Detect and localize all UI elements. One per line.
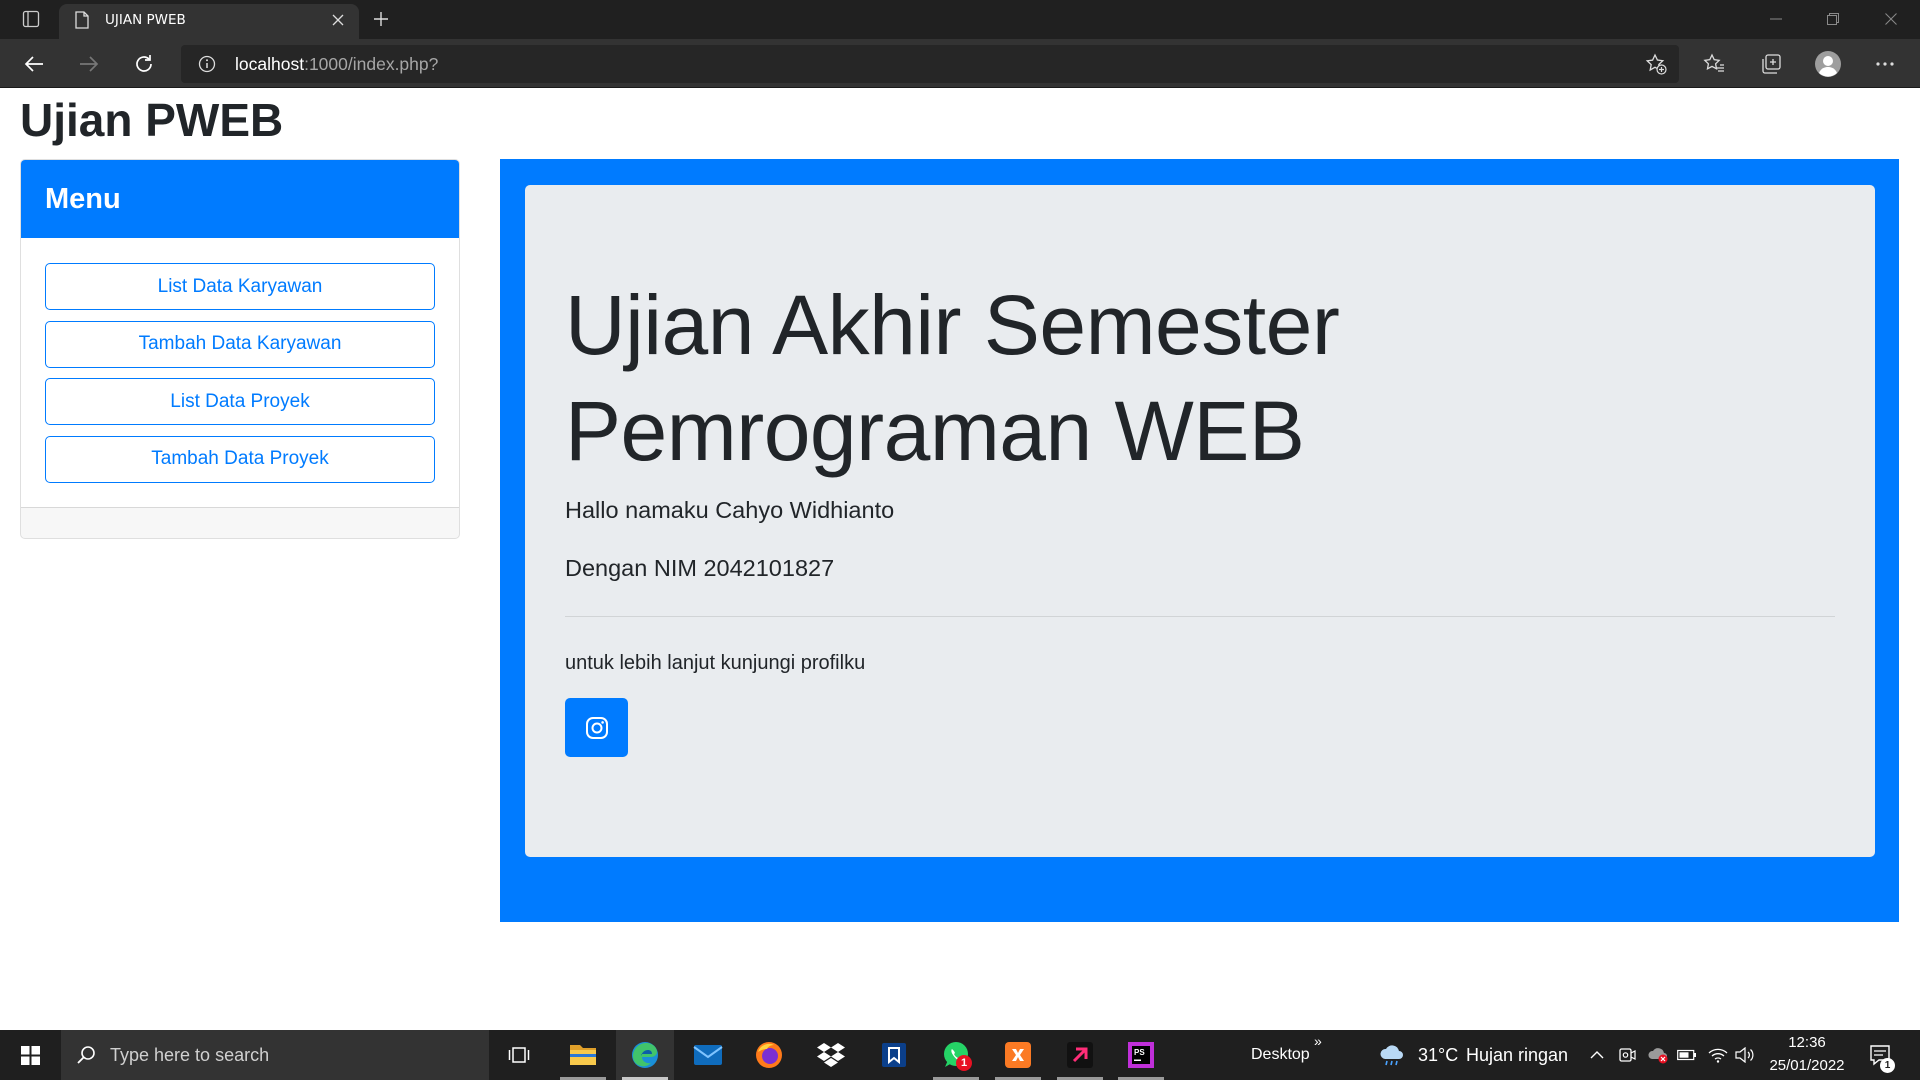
url-path: :1000/index.php? <box>304 54 439 74</box>
taskbar-app-mail[interactable] <box>679 1030 737 1080</box>
notification-badge: 1 <box>1880 1058 1895 1073</box>
list-data-karyawan-button[interactable]: List Data Karyawan <box>45 263 435 310</box>
list-data-proyek-button[interactable]: List Data Proyek <box>45 378 435 425</box>
tab-actions-icon[interactable] <box>19 7 43 31</box>
onedrive-error-icon[interactable] <box>1645 1042 1671 1068</box>
search-placeholder: Type here to search <box>110 1045 270 1065</box>
wifi-icon[interactable] <box>1705 1042 1731 1068</box>
heading-line-1: Ujian Akhir Semester <box>565 278 1340 372</box>
jumbotron-heading: Ujian Akhir Semester Pemrograman WEB <box>565 272 1835 484</box>
edge-icon <box>630 1040 660 1070</box>
taskbar-app-whatsapp[interactable] <box>927 1030 985 1080</box>
taskbar-app-dropbox[interactable] <box>802 1030 860 1080</box>
close-icon[interactable] <box>1876 4 1906 34</box>
divider <box>565 616 1835 617</box>
clock-date[interactable]: 25/01/2022 <box>1767 1056 1847 1076</box>
mail-icon <box>693 1043 723 1067</box>
search-icon <box>75 1044 97 1066</box>
phpstorm-icon: PS <box>1127 1041 1155 1069</box>
browser-tab[interactable] <box>59 4 359 39</box>
whatsapp-badge: 1 <box>956 1055 972 1071</box>
site-title: Ujian PWEB <box>20 94 284 146</box>
tambah-data-proyek-button[interactable]: Tambah Data Proyek <box>45 435 435 483</box>
more-icon[interactable] <box>1871 50 1899 78</box>
tab-close-icon[interactable] <box>328 10 348 30</box>
meet-now-icon[interactable] <box>1614 1042 1640 1068</box>
tab-title: UJIAN PWEB <box>105 12 186 28</box>
rain-cloud-icon[interactable] <box>1377 1040 1407 1070</box>
magenta-app-icon <box>1066 1041 1094 1069</box>
task-view-icon[interactable] <box>499 1030 539 1080</box>
new-tab-icon[interactable] <box>369 7 393 31</box>
desktop-toolbar-chevron[interactable]: » <box>1314 1031 1322 1051</box>
bookmark-app-icon <box>880 1041 908 1069</box>
clock-time[interactable]: 12:36 <box>1767 1033 1847 1053</box>
firefox-icon <box>754 1040 784 1070</box>
weather-temp[interactable]: 31°C <box>1418 1030 1458 1080</box>
back-arrow-icon[interactable] <box>18 48 50 80</box>
file-explorer-icon <box>568 1042 598 1068</box>
dropbox-icon <box>816 1041 846 1069</box>
volume-icon[interactable] <box>1732 1042 1758 1068</box>
restore-icon[interactable] <box>1818 4 1848 34</box>
battery-icon[interactable] <box>1674 1042 1700 1068</box>
instagram-icon <box>585 716 609 740</box>
add-favorite-icon[interactable] <box>1642 50 1670 78</box>
favorites-icon[interactable] <box>1700 50 1728 78</box>
taskbar-app-xampp[interactable] <box>989 1030 1047 1080</box>
desktop-toolbar-label[interactable]: Desktop <box>1251 1030 1310 1080</box>
sidebar-header: Menu <box>21 160 459 238</box>
tambah-data-karyawan-button[interactable]: Tambah Data Karyawan <box>45 320 435 368</box>
sidebar-footer <box>21 507 459 538</box>
minimize-icon[interactable] <box>1761 4 1791 34</box>
greeting-text: Hallo namaku Cahyo Widhianto <box>565 497 895 523</box>
sidebar-menu-card: Menu List Data Karyawan Tambah Data Kary… <box>20 159 460 539</box>
weather-condition[interactable]: Hujan ringan <box>1466 1030 1568 1080</box>
url-text[interactable]: localhost:1000/index.php? <box>235 45 438 83</box>
taskbar-app-file-explorer[interactable] <box>554 1030 612 1080</box>
profile-icon[interactable] <box>1813 49 1843 79</box>
chevron-up-icon[interactable] <box>1584 1042 1610 1068</box>
taskbar-app-phpstorm[interactable]: PS <box>1112 1030 1170 1080</box>
nim-text: Dengan NIM 2042101827 <box>565 555 835 581</box>
sidebar-body: List Data Karyawan Tambah Data Karyawan … <box>21 238 459 483</box>
instagram-button[interactable] <box>565 698 628 757</box>
taskbar-app-magenta[interactable] <box>1051 1030 1109 1080</box>
taskbar-app-firefox[interactable] <box>740 1030 798 1080</box>
profile-cta-text: untuk lebih lanjut kunjungi profilku <box>565 652 866 674</box>
phpstorm-logo-text: PS <box>1134 1048 1145 1057</box>
heading-line-2: Pemrograman WEB <box>565 384 1305 478</box>
page-icon <box>72 10 92 30</box>
xampp-icon <box>1004 1041 1032 1069</box>
taskbar-app-edge[interactable] <box>616 1030 674 1080</box>
collections-icon[interactable] <box>1757 50 1785 78</box>
jumbotron: Ujian Akhir Semester Pemrograman WEB Hal… <box>525 185 1875 857</box>
taskbar-app-bookmark[interactable] <box>865 1030 923 1080</box>
forward-arrow-icon[interactable] <box>73 48 105 80</box>
windows-start-icon[interactable] <box>0 1030 61 1080</box>
url-host: localhost <box>235 54 305 74</box>
info-icon[interactable] <box>196 53 218 75</box>
reload-icon[interactable] <box>128 48 160 80</box>
